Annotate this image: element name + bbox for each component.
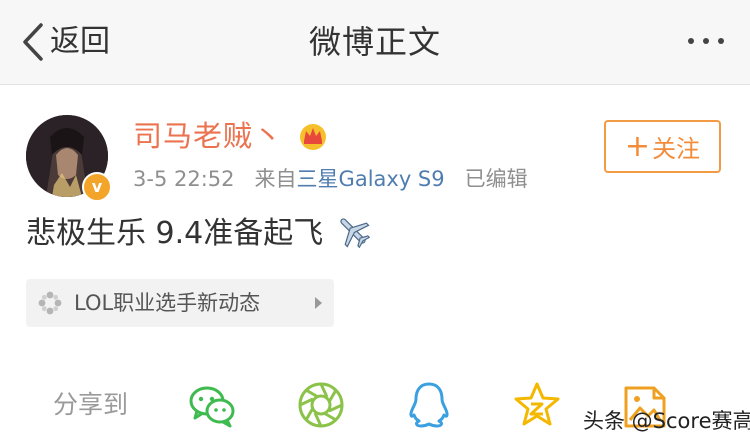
crown-badge-icon <box>300 124 326 150</box>
chevron-right-icon <box>315 297 322 309</box>
airplane-emoji-icon <box>340 218 371 249</box>
moments-icon[interactable] <box>296 380 346 430</box>
topic-label: LOL职业选手新动态 <box>74 291 261 315</box>
edited-label: 已编辑 <box>464 167 528 191</box>
follow-button[interactable]: + 关注 <box>604 120 721 173</box>
more-dot-icon <box>688 38 694 44</box>
qq-icon[interactable] <box>404 380 454 430</box>
author-name[interactable]: 司马老贼丶 <box>133 118 283 154</box>
topic-pinwheel-icon <box>26 279 74 327</box>
more-options-button[interactable] <box>688 38 724 44</box>
post-time: 3-5 22:52 <box>133 167 235 191</box>
qzone-icon[interactable] <box>512 380 562 430</box>
top-nav-bar: 返回 微博正文 <box>0 0 750 85</box>
page-title: 微博正文 <box>308 23 441 61</box>
plus-icon: + <box>624 128 651 164</box>
post-meta: 3-5 22:52 来自三星Galaxy S9 已编辑 <box>133 165 528 193</box>
post-source-link[interactable]: 三星Galaxy S9 <box>297 167 445 191</box>
more-dot-icon <box>718 38 724 44</box>
more-dot-icon <box>703 38 709 44</box>
verified-badge-icon: v <box>82 172 112 202</box>
follow-label: 关注 <box>652 135 701 163</box>
post-text: 悲极生乐 9.4准备起飞 <box>26 213 371 255</box>
post-text-body: 悲极生乐 9.4准备起飞 <box>26 216 324 251</box>
share-label: 分享到 <box>53 390 129 419</box>
watermark-text: 头条 @Score赛高 <box>583 409 750 433</box>
wechat-icon[interactable] <box>187 380 237 430</box>
topic-card[interactable]: LOL职业选手新动态 <box>26 279 334 327</box>
source-prefix: 来自 <box>254 167 297 191</box>
